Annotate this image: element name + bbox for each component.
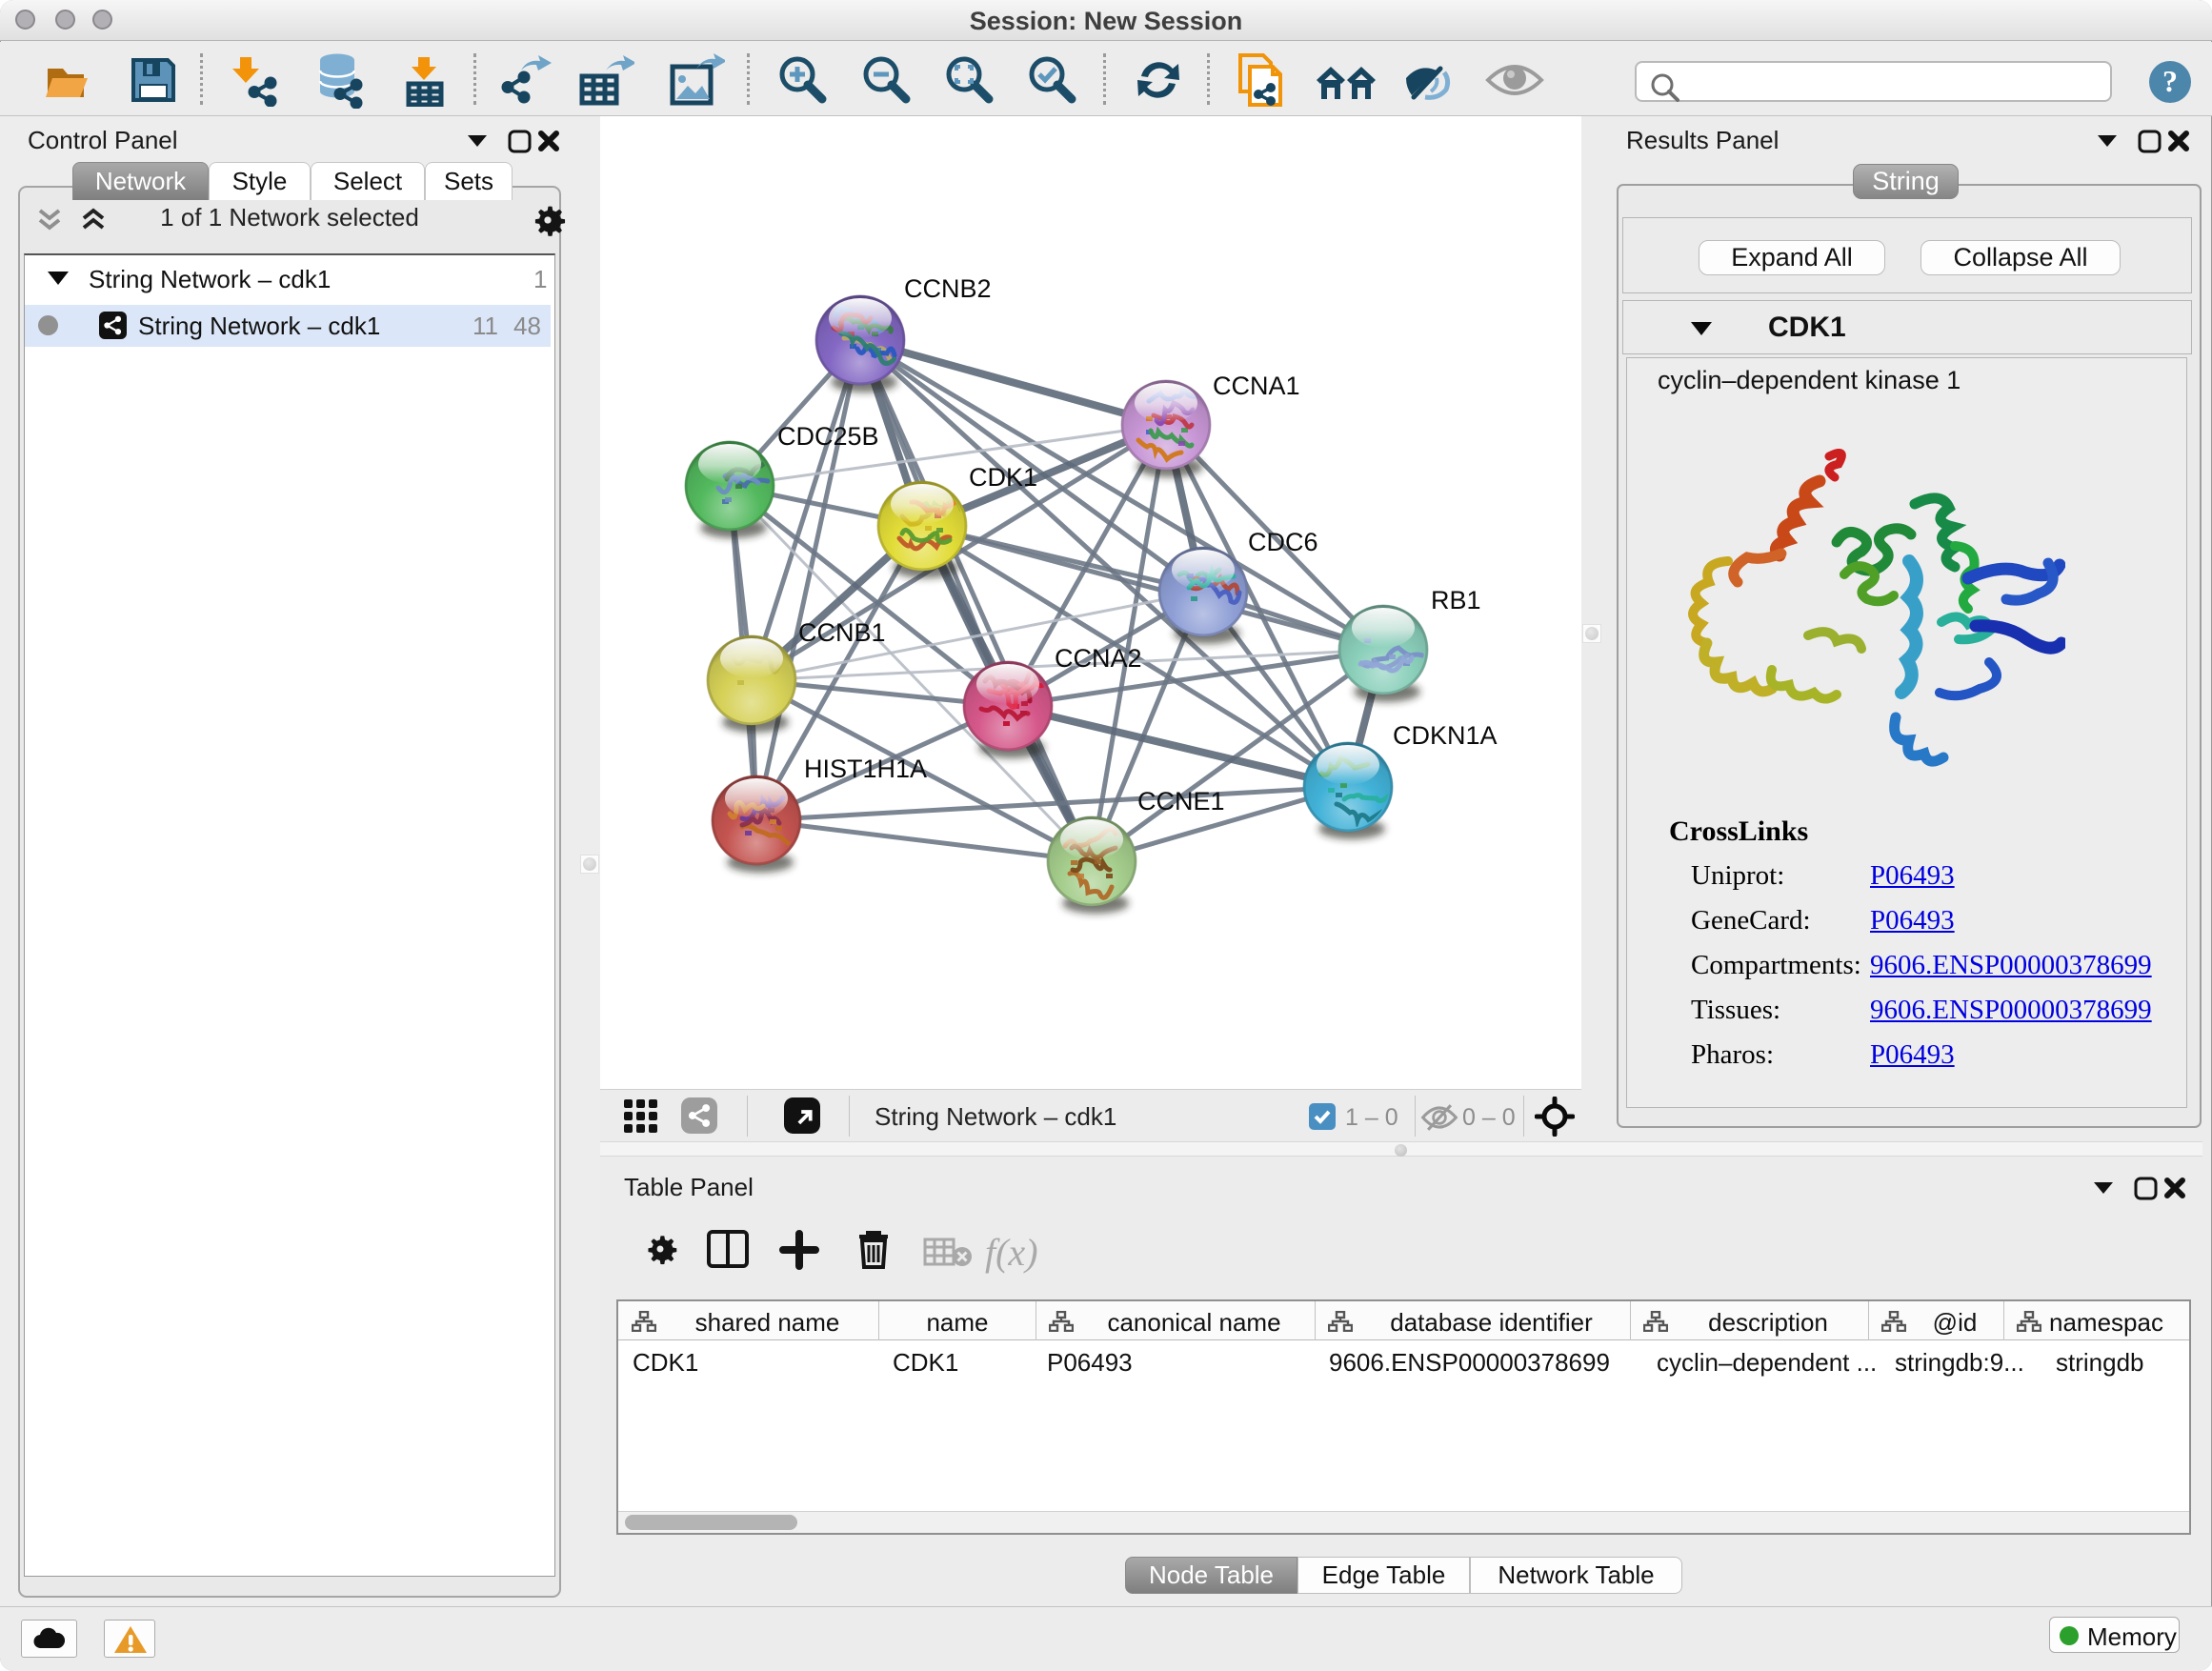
svg-text:RB1: RB1 xyxy=(1431,586,1481,614)
svg-text:CCNE1: CCNE1 xyxy=(1137,787,1225,815)
svg-text:?: ? xyxy=(2162,64,2178,98)
svg-text:CCNB2: CCNB2 xyxy=(904,274,992,303)
svg-text:CDKN1A: CDKN1A xyxy=(1393,721,1498,750)
svg-text:CCNA1: CCNA1 xyxy=(1213,372,1300,400)
svg-text:CCNA2: CCNA2 xyxy=(1055,644,1142,673)
svg-text:HIST1H1A: HIST1H1A xyxy=(804,755,927,783)
svg-text:CDK1: CDK1 xyxy=(969,463,1037,492)
svg-text:CCNB1: CCNB1 xyxy=(798,618,886,647)
svg-text:CDC25B: CDC25B xyxy=(777,422,879,451)
svg-text:CDC6: CDC6 xyxy=(1248,528,1318,556)
